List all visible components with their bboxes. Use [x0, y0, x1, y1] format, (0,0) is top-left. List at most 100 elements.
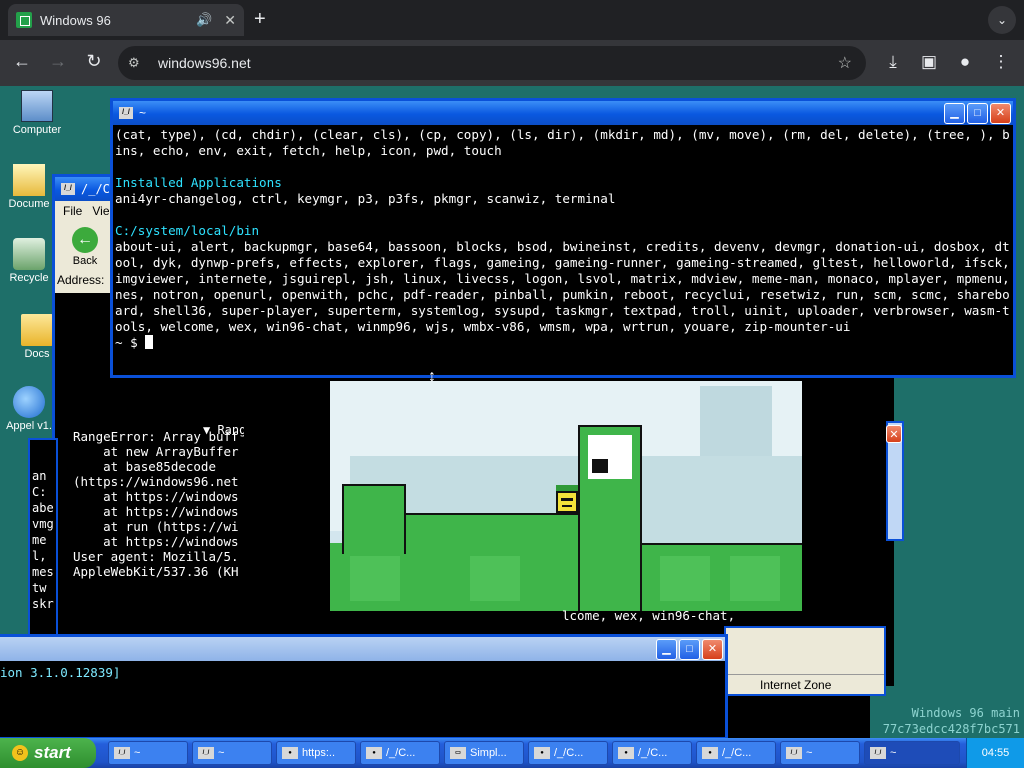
menu-file[interactable]: File: [63, 204, 82, 218]
back-arrow-icon[interactable]: ←: [10, 51, 34, 72]
desktop-icon-label: Recycle: [9, 272, 49, 284]
browser-tab[interactable]: Windows 96 🔊 ✕: [8, 4, 244, 36]
site-info-icon[interactable]: ⚙: [128, 55, 144, 71]
main-terminal-titlebar[interactable]: /_/ ~ ▁ □ ✕: [113, 101, 1013, 125]
game-canvas[interactable]: [330, 381, 802, 611]
terminal-line: mes: [32, 565, 54, 579]
taskbar-button[interactable]: ● /_/C...: [696, 741, 776, 765]
reload-icon[interactable]: ↻: [82, 51, 106, 72]
right-ground-edge: [642, 543, 802, 545]
bottom-terminal-window[interactable]: ▁ □ ✕ ion 3.1.0.12839]: [0, 634, 728, 740]
speaker-icon[interactable]: 🔊: [196, 12, 212, 28]
monster-pupil: [592, 459, 608, 473]
new-tab-icon[interactable]: +: [254, 8, 266, 30]
desktop-icon-computer[interactable]: Computer: [2, 90, 72, 136]
task-label: ~: [134, 747, 141, 759]
bottom-terminal-titlebar[interactable]: ▁ □ ✕: [0, 637, 725, 661]
task-label: ~: [890, 747, 897, 759]
taskbar-button[interactable]: ● /_/C...: [612, 741, 692, 765]
player-eyes: [561, 498, 573, 501]
globe-icon: ●: [702, 747, 718, 759]
terminal-line: abe: [32, 501, 54, 515]
computer-icon: [21, 90, 53, 122]
globe-icon: ●: [282, 747, 298, 759]
taskbar-button[interactable]: /_/ ~: [780, 741, 860, 765]
background-hills-right: [675, 456, 802, 546]
close-icon[interactable]: ✕: [886, 425, 902, 443]
desktop-icon-label: Docs: [24, 348, 50, 360]
taskbar-button[interactable]: ● /_/C...: [360, 741, 440, 765]
win96-desktop: Computer Docume Recycle Docs Appel v1. /…: [0, 86, 1024, 768]
tab-search-chevron-icon[interactable]: ⌄: [988, 6, 1016, 34]
task-label: /_/C...: [638, 747, 668, 759]
taskbar-button[interactable]: ▭ Simpl...: [444, 741, 524, 765]
terminal-title: ~: [139, 106, 147, 120]
recycle-bin-icon: [13, 238, 45, 270]
main-terminal-window[interactable]: /_/ ~ ▁ □ ✕ (cat, type), (cd, chdir), (c…: [110, 98, 1016, 378]
error-line: at https://windows: [73, 534, 239, 549]
taskbar-button[interactable]: ● https:..: [276, 741, 356, 765]
terminal-window-icon: /_/: [119, 107, 133, 119]
ground-tile: [470, 556, 520, 601]
error-line: User agent: Mozilla/5.: [73, 549, 239, 564]
terminal-output[interactable]: (cat, type), (cd, chdir), (clear, cls), …: [115, 127, 1011, 375]
left-terminal-window[interactable]: an C: abe vmg me l, mes tw skr: [28, 438, 58, 638]
system-tray-clock[interactable]: 04:55: [966, 738, 1024, 768]
mid-platform: [406, 513, 580, 553]
task-label: /_/C...: [554, 747, 584, 759]
tab-title: Windows 96: [40, 12, 111, 28]
taskbar-button[interactable]: /_/ ~: [192, 741, 272, 765]
installed-heading: Installed Applications: [115, 175, 282, 190]
shell-prompt: ~ $: [115, 335, 146, 350]
minimize-icon[interactable]: ▁: [656, 639, 677, 660]
bookmark-star-icon[interactable]: ☆: [838, 53, 852, 73]
taskbar: ☺ start /_/ ~ /_/ ~ ● https:.. ● /_/C... ▭ Si…: [0, 738, 1024, 768]
terminal-line: l,: [32, 549, 47, 563]
range-error-heading[interactable]: ▼ Rang: [203, 423, 246, 438]
task-label: /_/C...: [386, 747, 416, 759]
terminal-icon: /_/: [198, 747, 214, 759]
browser-subwindow[interactable]: Internet Zone: [724, 626, 886, 696]
profile-icon[interactable]: ●: [954, 52, 976, 72]
bin-apps: about-ui, alert, backupmgr, base64, bass…: [115, 239, 1018, 334]
taskbar-button[interactable]: /_/ ~: [108, 741, 188, 765]
maximize-icon[interactable]: □: [967, 103, 988, 124]
bin-heading: C:/system/local/bin: [115, 223, 260, 238]
internet-explorer-icon: [13, 386, 45, 418]
error-line: at base85decode: [73, 459, 216, 474]
back-label: Back: [72, 255, 98, 267]
back-arrow-icon: ←: [72, 227, 98, 253]
start-button[interactable]: ☺ start: [0, 738, 96, 768]
desktop-icon-label: Docume: [8, 198, 50, 210]
windows96-favicon-icon: [16, 12, 32, 28]
close-icon[interactable]: ✕: [990, 103, 1011, 124]
browser-tab-bar: Windows 96 🔊 ✕ + ⌄: [0, 0, 1024, 40]
task-label: /_/C...: [722, 747, 752, 759]
maximize-icon[interactable]: □: [679, 639, 700, 660]
url-text: windows96.net: [158, 55, 251, 71]
tab-close-icon[interactable]: ✕: [224, 12, 236, 29]
error-line: (https://windows96.net: [73, 474, 239, 489]
download-icon[interactable]: ⤓: [882, 52, 904, 72]
window-icon: /_/: [61, 183, 75, 195]
taskbar-button[interactable]: ● /_/C...: [528, 741, 608, 765]
side-panel-icon[interactable]: ▣: [918, 52, 940, 72]
desktop-icon-label: Computer: [12, 124, 62, 136]
internet-zone-status: Internet Zone: [726, 674, 884, 694]
back-button[interactable]: ← Back: [65, 227, 105, 267]
player-mouth: [562, 505, 572, 507]
right-hidden-window[interactable]: ✕: [886, 421, 904, 541]
task-label: ~: [218, 747, 225, 759]
taskbar-button-active[interactable]: /_/ ~: [864, 741, 960, 765]
address-bar[interactable]: ⚙ windows96.net ☆: [118, 46, 866, 80]
menu-view[interactable]: Vie: [92, 204, 109, 218]
error-line: at https://windows: [73, 489, 239, 504]
minimize-icon[interactable]: ▁: [944, 103, 965, 124]
menu-kebab-icon[interactable]: ⋮: [990, 52, 1012, 72]
desktop-icon-label: Appel v1.: [6, 420, 52, 432]
close-icon[interactable]: ✕: [702, 639, 723, 660]
documents-icon: [13, 164, 45, 196]
start-label: start: [34, 743, 71, 762]
error-line: at run (https://wi: [73, 519, 239, 534]
forward-arrow-icon[interactable]: →: [46, 51, 70, 72]
